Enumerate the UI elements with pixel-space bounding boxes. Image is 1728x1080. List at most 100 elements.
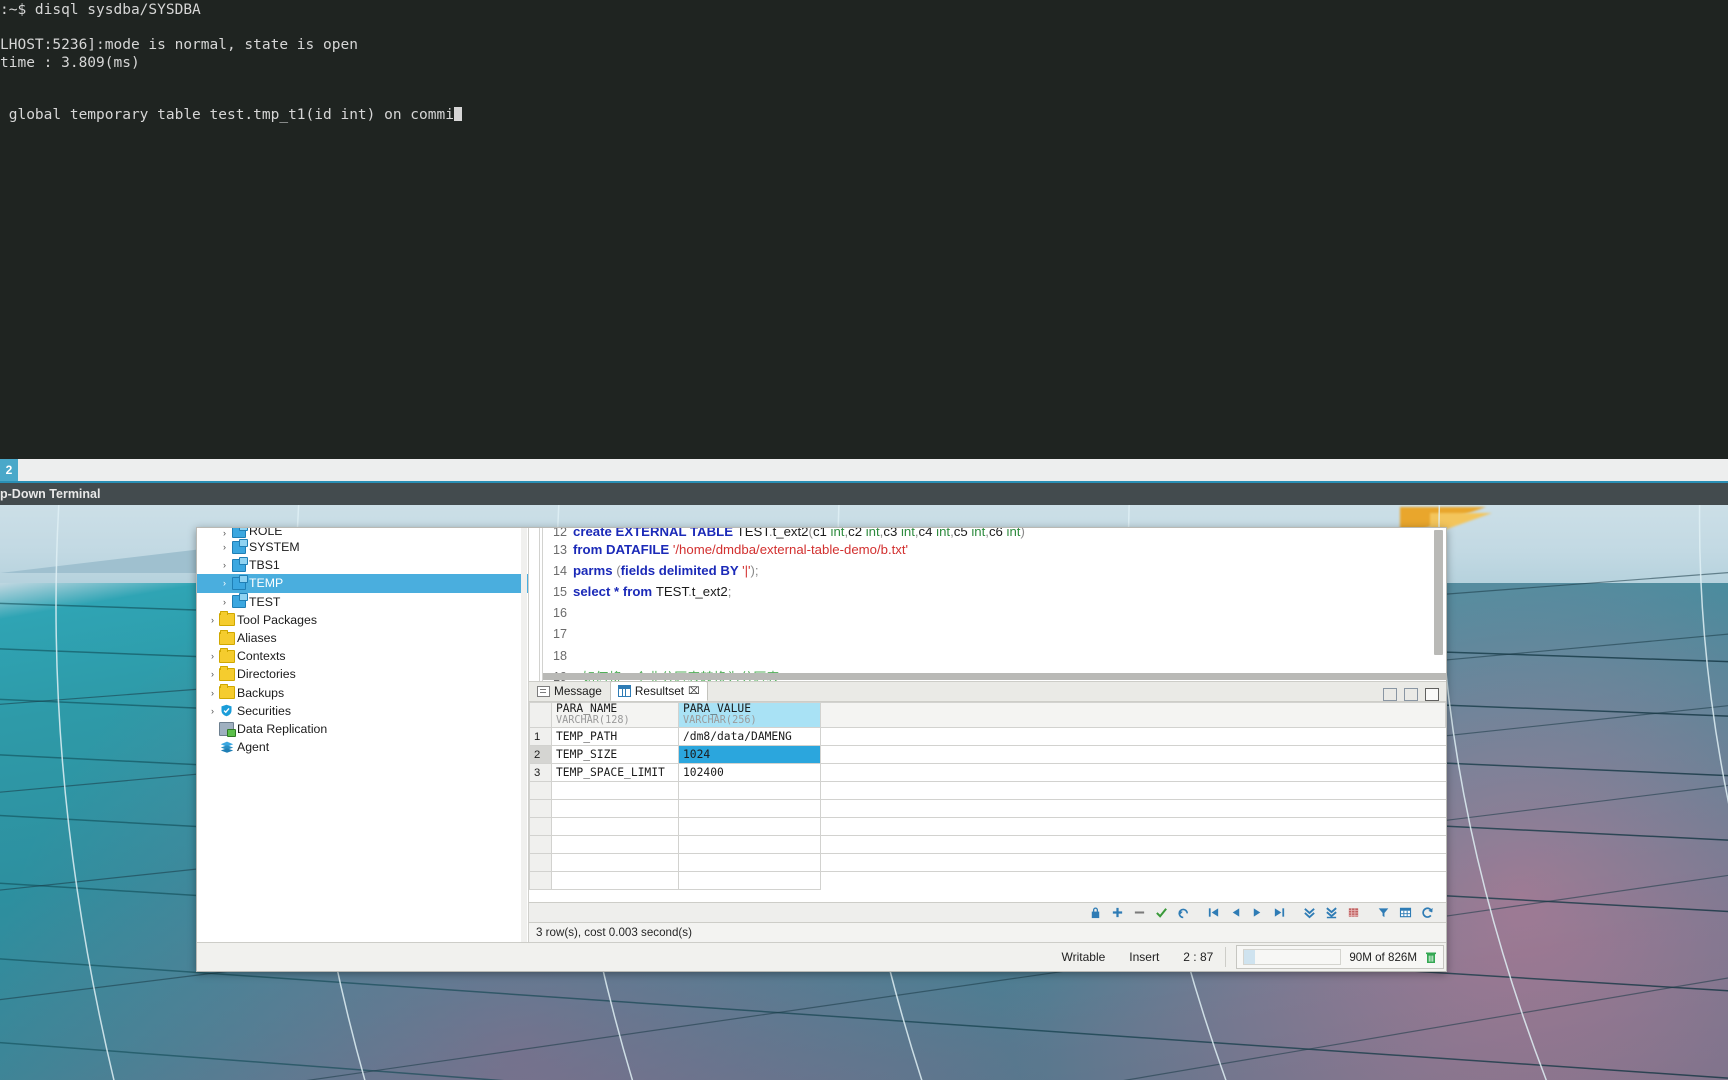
dm-manager-window[interactable]: › ROLE › SYSTEM › TBS1 › TEMP › TEST › Tool Package… bbox=[196, 527, 1447, 972]
filter-icon[interactable] bbox=[1377, 906, 1390, 919]
token: ); bbox=[750, 563, 759, 579]
tree-item-tool-packages[interactable]: › Tool Packages bbox=[197, 611, 528, 629]
last-record-icon[interactable] bbox=[1273, 906, 1286, 919]
tree-item-agent[interactable]: Agent bbox=[197, 738, 528, 756]
chevron-right-icon[interactable]: › bbox=[219, 560, 230, 570]
terminal-output[interactable]: :~$ disql sysdba/SYSDBA LHOST:5236]:mode… bbox=[0, 0, 1728, 125]
row-number[interactable]: 3 bbox=[529, 763, 552, 782]
tree-item-system[interactable]: › SYSTEM bbox=[197, 538, 528, 556]
cell-empty bbox=[678, 835, 821, 854]
add-row-icon[interactable] bbox=[1111, 906, 1124, 919]
result-tab-bar[interactable]: Message Resultset ⌧ bbox=[529, 681, 1446, 702]
navigator-tree[interactable]: › ROLE › SYSTEM › TBS1 › TEMP › TEST › Tool Package… bbox=[197, 528, 528, 756]
editor-line-14[interactable]: 14 parms (fields delimited BY '|'); bbox=[529, 560, 1446, 581]
tree-item-data-replication[interactable]: Data Replication bbox=[197, 720, 528, 738]
result-panel-window-controls[interactable] bbox=[1383, 688, 1446, 701]
next-record-icon[interactable] bbox=[1251, 906, 1264, 919]
tree-item-label: Tool Packages bbox=[237, 612, 317, 627]
remove-row-icon[interactable] bbox=[1133, 906, 1146, 919]
cell-filler bbox=[820, 727, 1446, 746]
row-number[interactable]: 2 bbox=[529, 745, 552, 764]
chevron-right-icon[interactable]: › bbox=[207, 615, 218, 625]
previous-record-icon[interactable] bbox=[1229, 906, 1242, 919]
tree-item-securities[interactable]: › Securities bbox=[197, 702, 528, 720]
token: int bbox=[936, 528, 951, 539]
editor-line-13[interactable]: 13 from DATAFILE '/home/dmdba/external-ta… bbox=[529, 539, 1446, 560]
editor-horizontal-scrollbar[interactable] bbox=[543, 673, 1446, 680]
tree-item-aliases[interactable]: Aliases bbox=[197, 629, 528, 647]
resultset-grid[interactable]: PARA_NAME VARCHAR(128) PARA_VALUE VARCHA… bbox=[529, 702, 1446, 942]
refresh-icon[interactable] bbox=[1421, 906, 1434, 919]
terminal-line: :~$ disql sysdba/SYSDBA bbox=[0, 2, 201, 18]
chevron-right-icon[interactable]: › bbox=[219, 528, 230, 538]
tab-message[interactable]: Message bbox=[529, 681, 610, 701]
rollback-icon[interactable] bbox=[1177, 906, 1190, 919]
chevron-right-icon[interactable]: › bbox=[207, 651, 218, 661]
row-number[interactable]: 1 bbox=[529, 727, 552, 746]
tree-item-test[interactable]: › TEST bbox=[197, 593, 528, 611]
chevron-right-icon[interactable]: › bbox=[207, 669, 218, 679]
column-header-para-name[interactable]: PARA_NAME VARCHAR(128) bbox=[551, 702, 679, 728]
editor-line-16[interactable]: 16 bbox=[529, 603, 1446, 624]
maximize-icon[interactable] bbox=[1404, 688, 1418, 701]
tree-item-directories[interactable]: › Directories bbox=[197, 665, 528, 683]
commit-check-icon[interactable] bbox=[1155, 906, 1168, 919]
tree-item-role[interactable]: › ROLE bbox=[197, 528, 528, 538]
table-row[interactable]: 2 TEMP_SIZE 1024 bbox=[529, 745, 1446, 764]
table-row[interactable]: 1 TEMP_PATH/dm8/data/DAMENG bbox=[529, 727, 1446, 746]
cell-para_name[interactable]: TEMP_PATH bbox=[551, 727, 679, 746]
dropdown-terminal[interactable]: :~$ disql sysdba/SYSDBA LHOST:5236]:mode… bbox=[0, 0, 1728, 505]
grid-toolbar[interactable] bbox=[529, 902, 1446, 922]
tree-item-tbs1[interactable]: › TBS1 bbox=[197, 556, 528, 574]
editor-vertical-scrollbar[interactable] bbox=[1434, 530, 1443, 655]
table-row[interactable]: 3 TEMP_SPACE_LIMIT 102400 bbox=[529, 763, 1446, 782]
status-writable: Writable bbox=[1061, 950, 1106, 964]
cell-para_value[interactable]: 1024 bbox=[678, 745, 821, 764]
editor-vscroll-thumb[interactable] bbox=[1434, 530, 1443, 655]
table-view-icon[interactable] bbox=[1399, 906, 1412, 919]
cell-para_name[interactable]: TEMP_SPACE_LIMIT bbox=[551, 763, 679, 782]
chevron-right-icon[interactable]: › bbox=[219, 578, 230, 588]
trash-icon[interactable] bbox=[1425, 951, 1437, 964]
cell-para_name[interactable]: TEMP_SIZE bbox=[551, 745, 679, 764]
resultset-table[interactable]: PARA_NAME VARCHAR(128) PARA_VALUE VARCHA… bbox=[529, 702, 1446, 890]
navigator-tree-panel[interactable]: › ROLE › SYSTEM › TBS1 › TEMP › TEST › Tool Package… bbox=[197, 528, 529, 942]
folder-icon bbox=[218, 647, 235, 663]
cell-para_value[interactable]: 102400 bbox=[678, 763, 821, 782]
tab-resultset[interactable]: Resultset ⌧ bbox=[609, 681, 708, 701]
lock-icon[interactable] bbox=[1089, 906, 1102, 919]
row-number-empty bbox=[529, 781, 552, 800]
agent-icon bbox=[218, 741, 235, 753]
editor-line-15[interactable]: 15 select * from TEST.t_ext2; bbox=[529, 581, 1446, 602]
memory-indicator[interactable]: 90M of 826M bbox=[1236, 945, 1444, 969]
first-record-icon[interactable] bbox=[1207, 906, 1220, 919]
fetch-next-icon[interactable] bbox=[1303, 906, 1316, 919]
terminal-tab-2[interactable]: 2 bbox=[0, 459, 18, 481]
fetch-all-icon[interactable] bbox=[1325, 906, 1338, 919]
chevron-right-icon[interactable]: › bbox=[219, 542, 230, 552]
tree-item-backups[interactable]: › Backups bbox=[197, 684, 528, 702]
tree-item-temp[interactable]: › TEMP bbox=[197, 574, 528, 593]
chevron-right-icon[interactable]: › bbox=[207, 688, 218, 698]
minimize-icon[interactable] bbox=[1383, 688, 1397, 701]
cell-filler bbox=[820, 763, 1446, 782]
terminal-tab-strip[interactable]: 2 bbox=[0, 459, 1728, 483]
column-header-para-value[interactable]: PARA_VALUE VARCHAR(256) bbox=[678, 702, 821, 728]
editor-code-lines[interactable]: 12 create EXTERNAL TABLE TEST.t_ext2(c1 i… bbox=[529, 528, 1446, 681]
chevron-right-icon[interactable]: › bbox=[207, 706, 218, 716]
navigator-scrollbar[interactable] bbox=[521, 528, 527, 942]
close-icon[interactable]: ⌧ bbox=[688, 686, 700, 697]
export-icon[interactable] bbox=[1347, 906, 1360, 919]
sql-editor[interactable]: 12 create EXTERNAL TABLE TEST.t_ext2(c1 i… bbox=[529, 528, 1446, 682]
editor-hscroll-thumb[interactable] bbox=[543, 673, 1446, 680]
resultset-body[interactable]: 1 TEMP_PATH/dm8/data/DAMENG 2 TEMP_SIZE 1024… bbox=[529, 727, 1446, 890]
cell-para_value[interactable]: /dm8/data/DAMENG bbox=[678, 727, 821, 746]
chevron-right-icon[interactable]: › bbox=[219, 597, 230, 607]
editor-line-17[interactable]: 17 bbox=[529, 624, 1446, 645]
editor-line-12[interactable]: 12 create EXTERNAL TABLE TEST.t_ext2(c1 i… bbox=[529, 528, 1446, 539]
cell-filler bbox=[820, 817, 1446, 836]
cell-filler bbox=[820, 835, 1446, 854]
restore-icon[interactable] bbox=[1425, 688, 1439, 701]
tree-item-contexts[interactable]: › Contexts bbox=[197, 647, 528, 665]
editor-line-18[interactable]: 18 bbox=[529, 645, 1446, 666]
